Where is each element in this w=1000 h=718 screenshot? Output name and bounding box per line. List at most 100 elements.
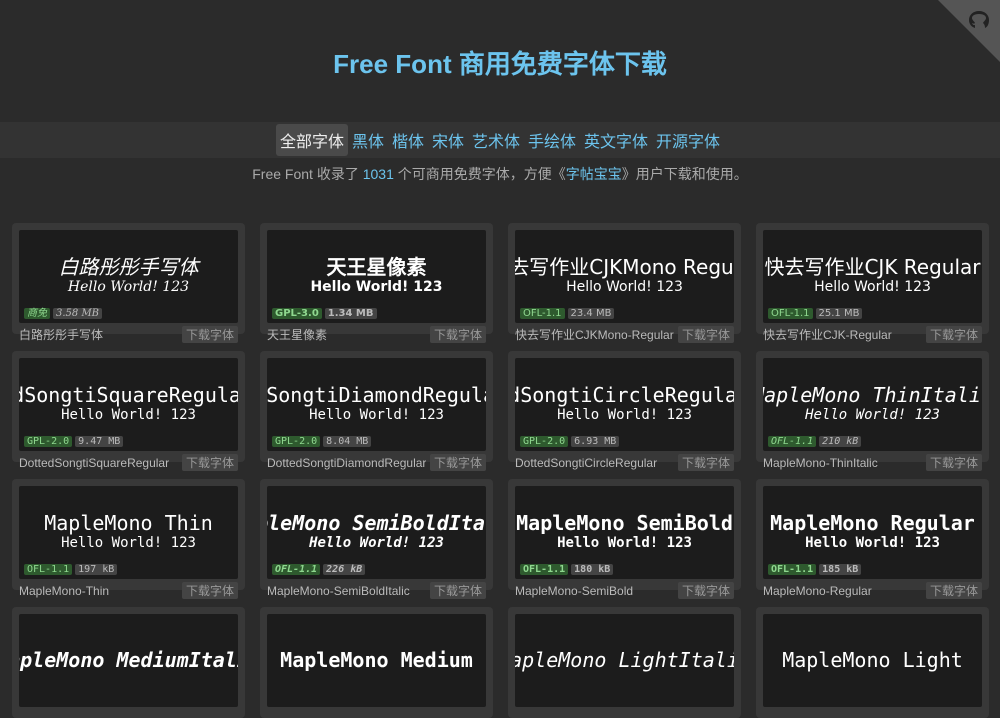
nav-item-7[interactable]: 开源字体 <box>652 124 724 156</box>
font-card[interactable]: MapleMono SemiBold Hello World! 123 OFL-1.… <box>508 479 741 599</box>
size-badge: 226 kB <box>323 564 366 575</box>
font-card[interactable]: MapleMono LightItalic <box>508 607 741 718</box>
font-preview[interactable]: DottedSongtiDiamondRegular 字体Hello World… <box>267 358 486 451</box>
font-card[interactable]: 快去写作业CJKMono RegularHello World! 123 OFL-… <box>508 223 741 343</box>
font-preview[interactable]: 快去写作业CJKMono RegularHello World! 123 OFL-… <box>515 230 734 323</box>
font-preview[interactable]: MapleMono ThinItalic Hello World! 123 OFL-… <box>763 358 982 451</box>
font-card[interactable]: DottedSongtiSquareRegular 字体Hello World!… <box>12 351 245 471</box>
font-preview[interactable]: MapleMono Medium <box>267 614 486 707</box>
font-preview[interactable]: MapleMono Light <box>763 614 982 707</box>
preview-font-name: DottedSongtiDiamondRegular 字体 <box>267 383 486 407</box>
nav-item-4[interactable]: 艺术体 <box>468 124 524 156</box>
card-meta: MapleMono-ThinItalic 下载字体 <box>763 454 982 471</box>
font-card[interactable]: MapleMono Light <box>756 607 989 718</box>
font-preview[interactable]: MapleMono SemiBold Hello World! 123 OFL-1.… <box>515 486 734 579</box>
font-card[interactable]: DottedSongtiCircleRegular 字体Hello World!… <box>508 351 741 471</box>
card-meta: MapleMono-Regular 下载字体 <box>763 582 982 599</box>
font-card[interactable]: MapleMono ThinItalic Hello World! 123 OFL-… <box>756 351 989 471</box>
download-button[interactable]: 下载字体 <box>181 326 238 343</box>
size-badge: 6.93 MB <box>571 436 620 447</box>
font-name: 白路彤彤手写体 <box>19 328 104 342</box>
nav-item-5[interactable]: 手绘体 <box>524 124 580 156</box>
nav-item-0[interactable]: 全部字体 <box>275 124 348 156</box>
font-card[interactable]: 白路彤彤手写体 Hello World! 123 商免 3.58 MB 白路彤彤手写体 下… <box>12 223 245 343</box>
preview-font-name: MapleMono MediumItalic <box>19 648 238 672</box>
badges: OFL-1.1 185 kB <box>768 564 862 575</box>
preview-sample-text: Hello World! 123 <box>814 279 931 295</box>
font-preview[interactable]: MapleMono MediumItalic <box>19 614 238 707</box>
font-preview[interactable]: 天王星像素 Hello World! 123 GPL-3.0 1.34 MB <box>267 230 486 323</box>
font-preview[interactable]: MapleMono Thin Hello World! 123 OFL-1.1 197… <box>19 486 238 579</box>
card-meta: MapleMono-Thin 下载字体 <box>19 582 238 599</box>
font-card[interactable]: MapleMono SemiBoldItalicHello World! 123… <box>260 479 493 599</box>
card-meta: DottedSongtiCircleRegular 下载字体 <box>515 454 734 471</box>
preview-sample-text: Hello World! 123 <box>566 279 683 295</box>
font-card[interactable]: 天王星像素 Hello World! 123 GPL-3.0 1.34 MB 天王星像素… <box>260 223 493 343</box>
font-preview[interactable]: DottedSongtiCircleRegular 字体Hello World!… <box>515 358 734 451</box>
size-badge: 197 kB <box>75 564 118 575</box>
intro-suffix: 》用户下载和使用。 <box>621 166 748 182</box>
preview-font-name: 快去写作业CJKMono Regular <box>515 255 734 279</box>
license-badge: 商免 <box>24 308 50 319</box>
size-badge: 23.4 MB <box>567 308 615 319</box>
nav-item-2[interactable]: 楷体 <box>388 124 428 156</box>
preview-sample-text: Hello World! 123 <box>61 407 196 423</box>
download-button[interactable]: 下载字体 <box>181 582 238 599</box>
font-preview[interactable]: 白路彤彤手写体 Hello World! 123 商免 3.58 MB <box>19 230 238 323</box>
github-icon[interactable] <box>966 8 992 34</box>
font-card[interactable]: MapleMono Medium <box>260 607 493 718</box>
preview-font-name: MapleMono Regular <box>770 511 975 535</box>
intro-text: Free Font 收录了 1031 个可商用免费字体，方便《字帖宝宝》用户下载… <box>0 164 1000 184</box>
preview-font-name: DottedSongtiSquareRegular 字体 <box>19 383 238 407</box>
card-meta: 白路彤彤手写体 下载字体 <box>19 326 238 343</box>
preview-font-name: 天王星像素 <box>326 255 427 279</box>
preview-font-name: MapleMono SemiBold <box>516 511 733 535</box>
font-preview[interactable]: 快去写作业CJK Regular Hello World! 123 OFL-1.1 2… <box>763 230 982 323</box>
download-button[interactable]: 下载字体 <box>429 454 486 471</box>
preview-font-name: MapleMono LightItalic <box>515 648 734 672</box>
nav-item-1[interactable]: 黑体 <box>348 124 388 156</box>
download-button[interactable]: 下载字体 <box>925 454 982 471</box>
font-count: 1031 <box>362 166 394 182</box>
size-badge: 3.58 MB <box>53 308 103 319</box>
font-grid: 白路彤彤手写体 Hello World! 123 商免 3.58 MB 白路彤彤手写体下… <box>12 223 989 718</box>
font-card[interactable]: MapleMono Regular Hello World! 123 OFL-1.1… <box>756 479 989 599</box>
font-name: 快去写作业CJK-Regular <box>763 328 892 342</box>
download-button[interactable]: 下载字体 <box>925 582 982 599</box>
download-button[interactable]: 下载字体 <box>677 582 734 599</box>
font-card[interactable]: MapleMono MediumItalic <box>12 607 245 718</box>
font-card[interactable]: MapleMono Thin Hello World! 123 OFL-1.1 197… <box>12 479 245 599</box>
badges: GPL-3.0 1.34 MB <box>272 308 377 319</box>
nav-item-6[interactable]: 英文字体 <box>580 124 652 156</box>
font-preview[interactable]: MapleMono SemiBoldItalicHello World! 123… <box>267 486 486 579</box>
preview-sample-text: Hello World! 123 <box>309 535 444 551</box>
font-name: MapleMono-SemiBold <box>515 583 634 598</box>
license-badge: OFL-1.1 <box>520 308 565 319</box>
license-badge: OFL-1.1 <box>768 308 813 319</box>
font-card[interactable]: 快去写作业CJK Regular Hello World! 123 OFL-1.1 2… <box>756 223 989 343</box>
license-badge: GPL-2.0 <box>24 436 73 447</box>
preview-sample-text: Hello World! 123 <box>310 279 443 295</box>
font-preview[interactable]: DottedSongtiSquareRegular 字体Hello World!… <box>19 358 238 451</box>
zitie-link[interactable]: 字帖宝宝 <box>566 166 622 182</box>
license-badge: OFL-1.1 <box>24 564 73 575</box>
download-button[interactable]: 下载字体 <box>429 582 486 599</box>
download-button[interactable]: 下载字体 <box>677 326 734 343</box>
font-name: DottedSongtiCircleRegular <box>515 455 658 470</box>
download-button[interactable]: 下载字体 <box>925 326 982 343</box>
font-preview[interactable]: MapleMono Regular Hello World! 123 OFL-1.1… <box>763 486 982 579</box>
font-card[interactable]: DottedSongtiDiamondRegular 字体Hello World… <box>260 351 493 471</box>
download-button[interactable]: 下载字体 <box>429 326 486 343</box>
page-title: Free Font 商用免费字体下载 <box>333 49 667 79</box>
download-button[interactable]: 下载字体 <box>677 454 734 471</box>
download-button[interactable]: 下载字体 <box>181 454 238 471</box>
nav-item-3[interactable]: 宋体 <box>428 124 468 156</box>
license-badge: OFL-1.1 <box>520 564 569 575</box>
size-badge: 8.04 MB <box>323 436 372 447</box>
preview-font-name: 快去写作业CJK Regular <box>764 255 981 279</box>
font-preview[interactable]: MapleMono LightItalic <box>515 614 734 707</box>
preview-sample-text: Hello World! 123 <box>805 535 940 551</box>
size-badge: 185 kB <box>819 564 862 575</box>
font-name: DottedSongtiDiamondRegular <box>267 455 427 470</box>
card-meta: 天王星像素 下载字体 <box>267 326 486 343</box>
